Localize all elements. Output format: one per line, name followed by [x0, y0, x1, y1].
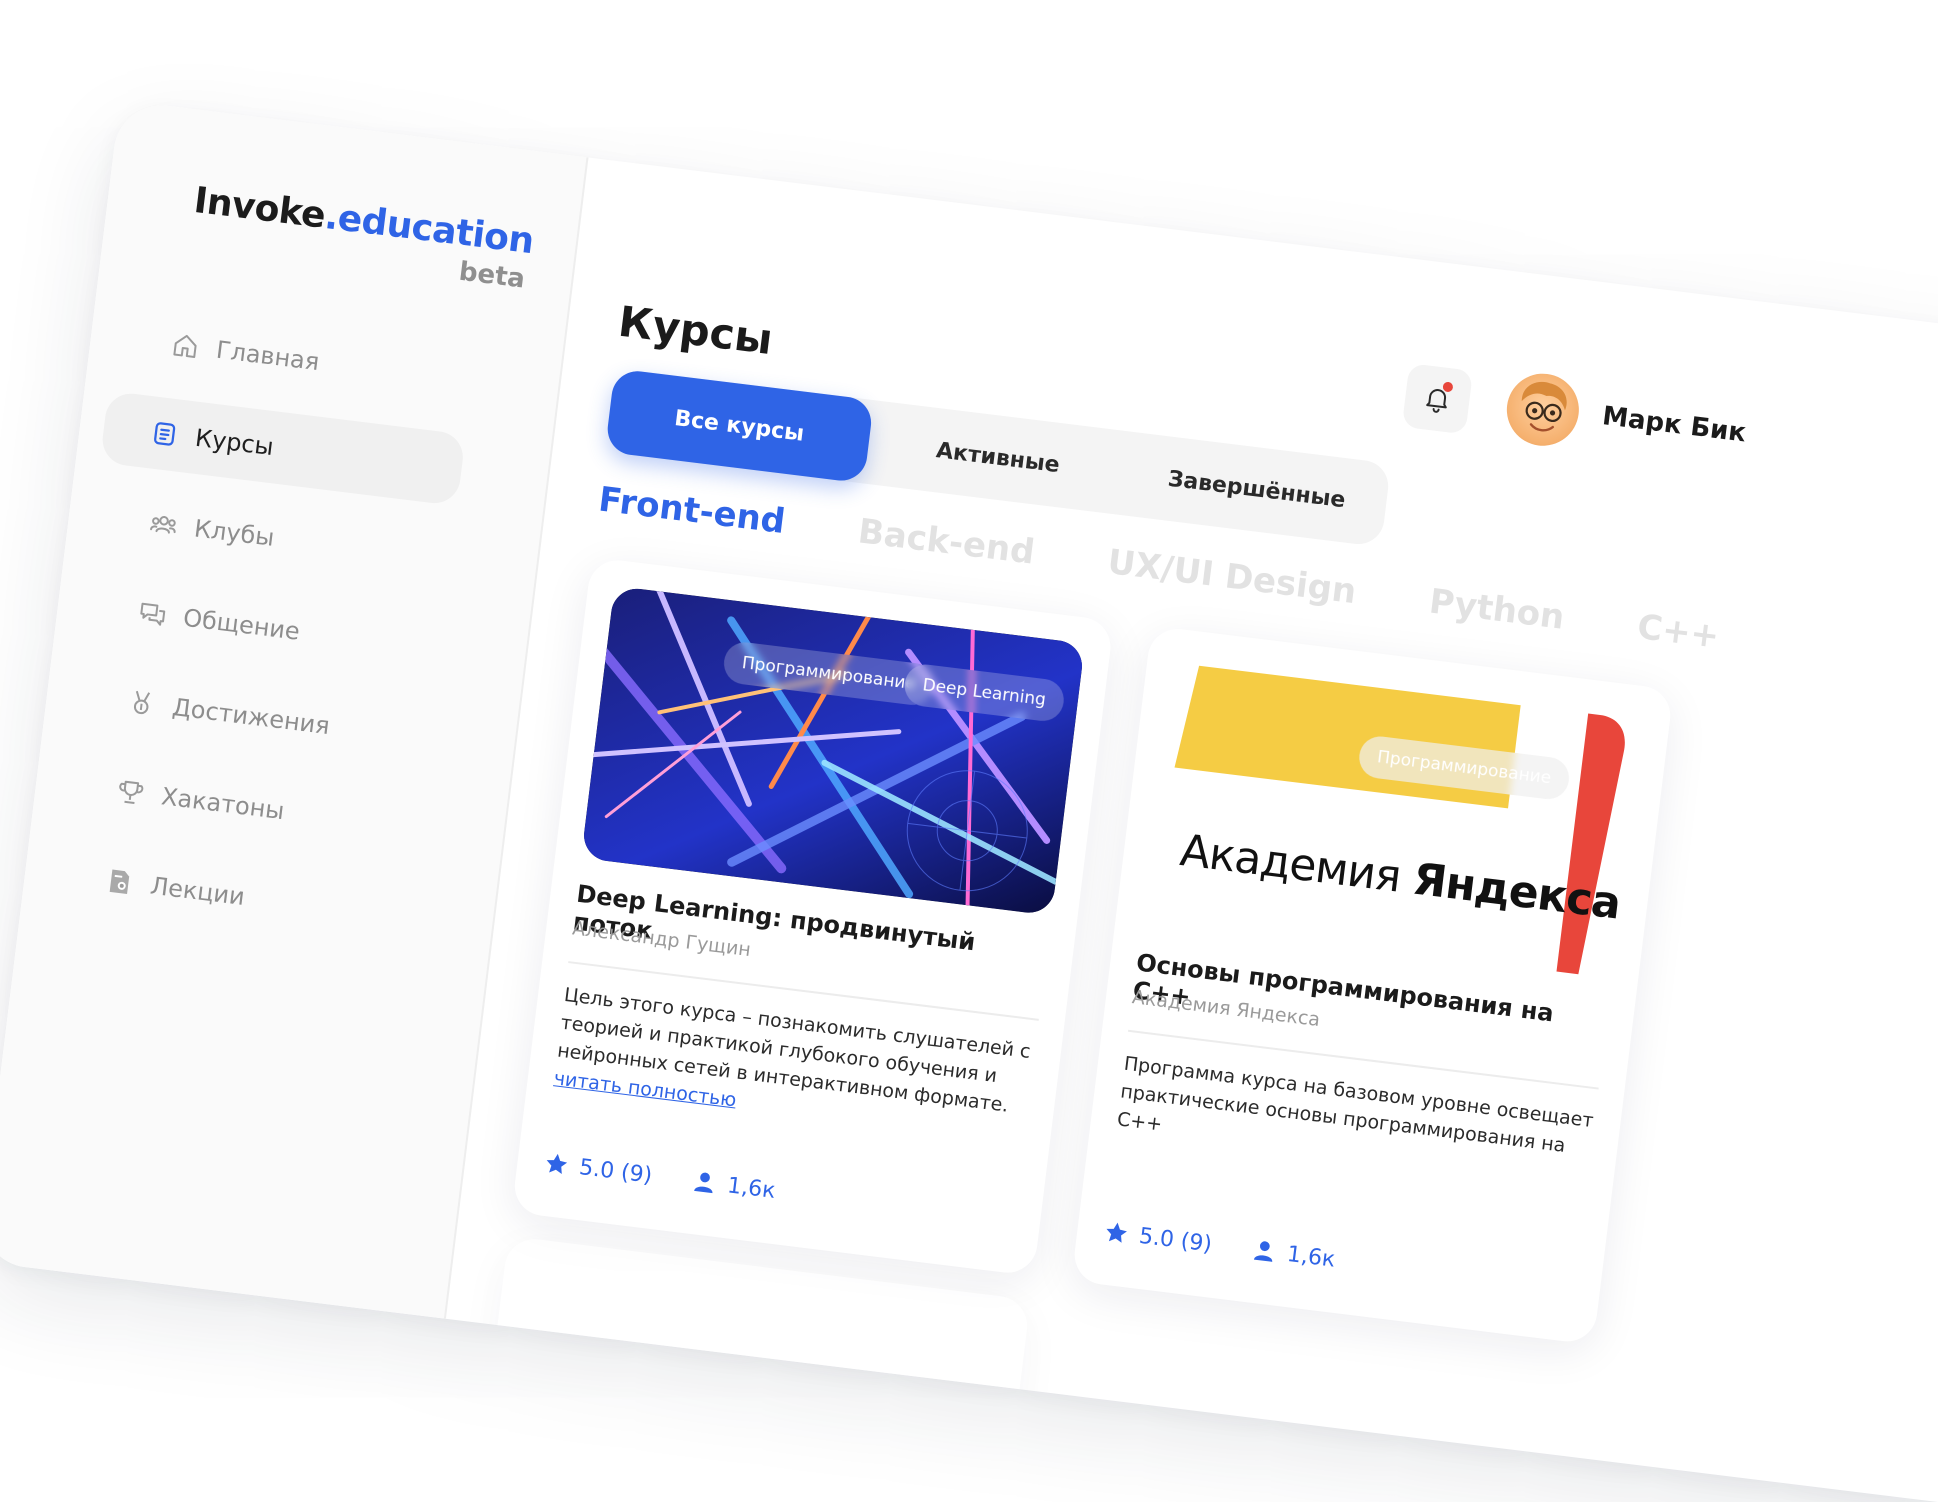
home-icon — [169, 329, 202, 362]
sidebar-item-label: Курсы — [193, 423, 276, 462]
sidebar-item-label: Клубы — [192, 514, 276, 552]
notifications-button[interactable] — [1401, 363, 1474, 435]
main-content: Курсы Марк Бик Все курсы Активные Заверш… — [444, 157, 1938, 1502]
course-stats: 5.0 (9) 1,6к — [542, 1150, 777, 1204]
stage: Invoke.education beta Главная Курсы Клуб… — [0, 0, 1938, 1502]
category-front-end[interactable]: Front-end — [596, 479, 787, 542]
course-card[interactable]: Программирование Академия Яндекса Основы… — [1071, 625, 1674, 1345]
course-card[interactable]: Программирование Deep Learning Deep Lear… — [511, 556, 1114, 1277]
category-ux-ui-design[interactable]: UX/UI Design — [1105, 542, 1358, 612]
star-icon — [1106, 1222, 1127, 1243]
logo-name: Invoke.education — [191, 179, 536, 263]
star-icon — [546, 1153, 568, 1175]
tab-completed[interactable]: Завершённые — [1122, 432, 1391, 547]
course-students: 1,6к — [1250, 1237, 1337, 1273]
app-window: Invoke.education beta Главная Курсы Клуб… — [0, 100, 1938, 1502]
sidebar-item-label: Лекции — [148, 871, 247, 912]
course-cover-image: Программирование Deep Learning — [581, 585, 1085, 916]
course-description: Программа курса на базовом уровне освеща… — [1115, 1052, 1595, 1157]
document-icon — [148, 417, 181, 450]
avatar[interactable] — [1502, 369, 1583, 450]
category-python[interactable]: Python — [1427, 581, 1567, 637]
tab-active[interactable]: Активные — [863, 400, 1132, 515]
sidebar-item-label: Достижения — [170, 693, 332, 741]
course-stats: 5.0 (9) 1,6к — [1102, 1218, 1337, 1272]
logo-beta-tag: beta — [457, 256, 527, 295]
course-description-block: Цель этого курса – познакомить слушателе… — [552, 981, 1036, 1150]
tab-all-courses[interactable]: Все курсы — [604, 368, 874, 484]
sidebar-nav: Главная Курсы Клубы Общение Достижения Х… — [43, 301, 477, 970]
user-icon — [694, 1172, 713, 1194]
sidebar-item-label: Хакатоны — [159, 782, 286, 826]
course-cover-image: Программирование Академия Яндекса — [1140, 654, 1645, 985]
chat-icon — [136, 597, 169, 630]
sidebar-item-label: Главная — [214, 335, 321, 377]
page-title: Курсы — [615, 296, 776, 365]
lecture-icon — [103, 865, 136, 898]
medal-icon — [125, 686, 158, 719]
user-name[interactable]: Марк Бик — [1601, 401, 1748, 448]
users-icon — [147, 508, 180, 541]
user-icon — [1254, 1241, 1273, 1262]
course-card-placeholder — [484, 1235, 1031, 1499]
logo[interactable]: Invoke.education beta — [191, 179, 536, 295]
category-cpp[interactable]: C++ — [1635, 607, 1721, 657]
sidebar-item-label: Общение — [181, 603, 302, 646]
course-rating: 5.0 (9) — [542, 1150, 654, 1189]
course-rating: 5.0 (9) — [1102, 1218, 1214, 1257]
course-students: 1,6к — [690, 1168, 777, 1204]
category-back-end[interactable]: Back-end — [856, 511, 1037, 572]
trophy-icon — [114, 776, 147, 809]
